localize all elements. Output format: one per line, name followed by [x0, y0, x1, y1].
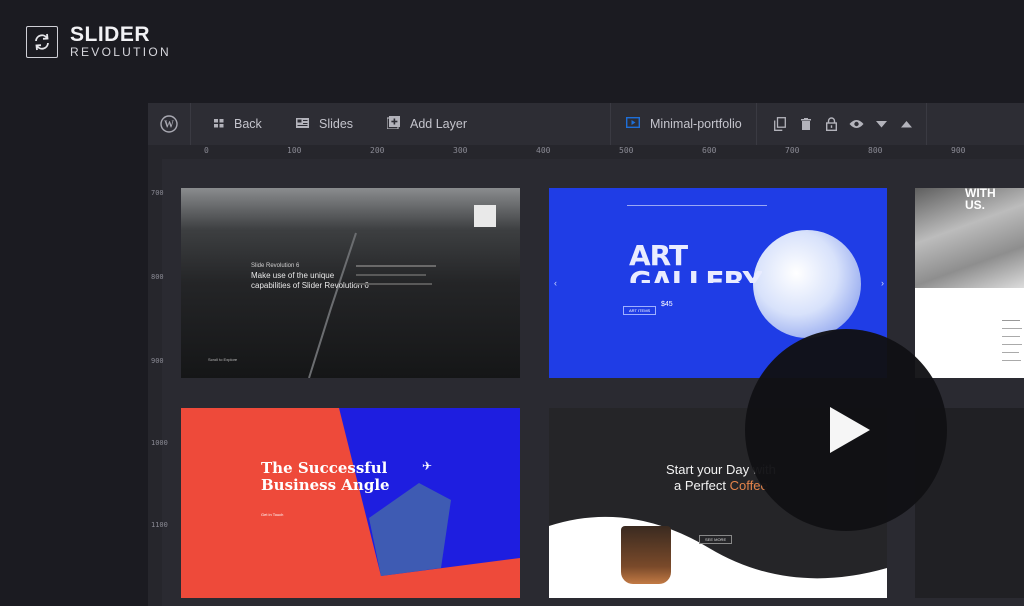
slider-revolution-logo: SLIDER REVOLUTION: [26, 23, 172, 59]
play-box-icon: [625, 116, 641, 131]
slide5-button: SEE MORE: [699, 535, 733, 544]
slide1-heading: Slide Revolution 6: [251, 263, 300, 269]
copy-icon[interactable]: [772, 116, 788, 132]
slides-icon: [296, 117, 309, 131]
play-button[interactable]: [745, 329, 947, 531]
ruler-label: 800: [868, 146, 883, 155]
slide4-title-1: The Successful: [261, 459, 388, 477]
slide-thumbnail-with-us[interactable]: WITH US.: [915, 188, 1024, 378]
ruler-label: 1000: [151, 439, 168, 447]
menu-square: [474, 205, 496, 227]
next-arrow-icon: ›: [881, 278, 884, 288]
back-label: Back: [234, 117, 262, 131]
ruler-label: 0: [204, 146, 209, 155]
slider-name-selector[interactable]: Minimal-portfolio: [625, 103, 742, 145]
lock-icon[interactable]: [823, 116, 839, 132]
ruler-label: 900: [151, 357, 164, 365]
ruler-label: 700: [785, 146, 800, 155]
slides-button[interactable]: Slides: [296, 103, 353, 145]
ruler-label: 600: [702, 146, 717, 155]
art-circle: [753, 230, 861, 338]
refresh-icon: [26, 26, 58, 58]
ruler-label: 900: [951, 146, 966, 155]
brand-subtitle: REVOLUTION: [70, 45, 172, 59]
slider-name: Minimal-portfolio: [650, 117, 742, 131]
slide2-title-1: ART: [629, 239, 688, 272]
ruler-label: 1100: [151, 521, 168, 529]
add-layer-button[interactable]: Add Layer: [386, 103, 467, 145]
vertical-ruler: 700 800 900 1000 1100: [148, 159, 168, 606]
slide3-title: WITH US.: [965, 188, 996, 212]
slide4-title-2: Business Angle: [261, 476, 390, 494]
ruler-label: 400: [536, 146, 551, 155]
ruler-label: 300: [453, 146, 468, 155]
editor-toolbar: W Back Slides Add Layer Minimal-portfoli…: [148, 103, 1024, 146]
slides-label: Slides: [319, 117, 354, 131]
trash-icon[interactable]: [798, 116, 814, 132]
slide-thumbnail-business-angle[interactable]: The Successful Business Angle Get in Tou…: [181, 408, 520, 598]
grid-icon: [214, 117, 224, 131]
play-icon: [830, 407, 870, 453]
slide5-title-2a: a Perfect: [674, 478, 730, 493]
eye-icon[interactable]: [848, 116, 864, 132]
arrow-down-icon[interactable]: [873, 116, 889, 132]
add-layer-icon: [386, 116, 400, 132]
coffee-cup: [621, 526, 671, 584]
slide4-button: Get in Touch: [261, 512, 284, 517]
angle-shape: [339, 408, 520, 576]
ruler-label: 800: [151, 273, 164, 281]
ruler-label: 700: [151, 189, 164, 197]
slide2-price: $45: [661, 301, 673, 308]
prev-arrow-icon: ‹: [554, 278, 557, 288]
slide1-text: Make use of the unique capabilities of S…: [251, 271, 369, 290]
ruler-label: 200: [370, 146, 385, 155]
arrow-up-icon[interactable]: [898, 116, 914, 132]
ruler-label: 500: [619, 146, 634, 155]
back-button[interactable]: Back: [214, 103, 262, 145]
slide1-footer: Scroll to Explore: [208, 357, 238, 362]
horizontal-ruler: 0 100 200 300 400 500 600 700 800 900: [148, 145, 1024, 159]
svg-text:W: W: [164, 120, 174, 131]
slide-thumbnail-landscape[interactable]: Slide Revolution 6 Make use of the uniqu…: [181, 188, 520, 378]
slide2-title-2: GALLERY: [629, 269, 762, 283]
plane-icon: ✈: [422, 459, 433, 473]
add-layer-label: Add Layer: [410, 117, 467, 131]
wordpress-icon[interactable]: W: [148, 103, 191, 145]
brand-name: SLIDER: [70, 23, 151, 46]
slide2-button: ART ITEMS: [623, 306, 657, 315]
ruler-label: 100: [287, 146, 302, 155]
